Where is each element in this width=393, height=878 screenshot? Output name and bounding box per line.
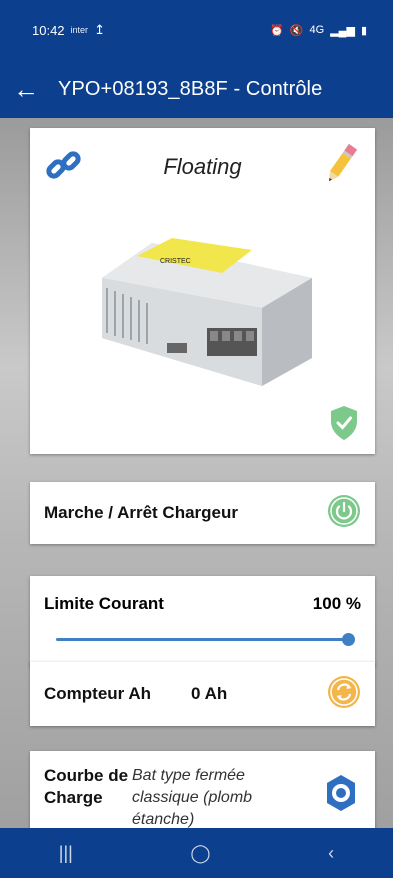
- ah-counter-row: Compteur Ah 0 Ah: [30, 662, 375, 726]
- gear-icon[interactable]: [321, 773, 361, 818]
- current-limit-value: 100 %: [312, 594, 361, 613]
- alarm-icon: ⏰: [270, 24, 284, 37]
- network-label: 4G: [309, 24, 325, 36]
- current-limit-card: Limite Courant 100 %: [30, 576, 375, 666]
- signal-icon: ▂▄▆: [330, 24, 355, 37]
- charge-curve-row: Courbe de Charge Bat type fermée classiq…: [30, 751, 375, 828]
- brand-label: CRISTEC: [160, 258, 191, 265]
- carrier-label: inter: [70, 25, 89, 35]
- page-title: YPO+08193_8B8F - Contrôle: [58, 77, 323, 100]
- current-limit-label: Limite Courant: [44, 594, 164, 613]
- power-icon[interactable]: [327, 494, 361, 533]
- clock: 10:42: [32, 22, 65, 38]
- app-bar: ← YPO+08193_8B8F - Contrôle: [0, 60, 393, 118]
- charger-power-row: Marche / Arrêt Chargeur: [30, 482, 375, 544]
- upload-icon: ↥: [94, 22, 105, 37]
- recents-icon[interactable]: |||: [59, 843, 73, 864]
- status-right: ⏰ 🔇 4G ▂▄▆ ▮: [270, 24, 367, 37]
- home-icon[interactable]: ◯: [190, 843, 210, 864]
- system-nav-bar: ||| ◯ ‹: [0, 828, 393, 878]
- charger-device-image: CRISTEC: [82, 208, 332, 388]
- charger-power-label: Marche / Arrêt Chargeur: [44, 503, 238, 522]
- current-limit-slider[interactable]: [56, 633, 355, 646]
- charge-curve-desc: Bat type fermée classique (plomb étanche…: [132, 767, 253, 828]
- content-area[interactable]: Floating CRISTEC Marche / Arrêt Chargeur…: [0, 118, 393, 828]
- back-nav-icon[interactable]: ‹: [328, 843, 334, 864]
- charge-curve-label: Courbe de Charge: [44, 766, 129, 807]
- shield-check-icon: [327, 404, 361, 442]
- slider-thumb[interactable]: [342, 633, 355, 646]
- pencil-icon[interactable]: [321, 140, 361, 188]
- status-left: 10:42 inter ↥: [32, 22, 105, 38]
- charger-status-card: Floating CRISTEC: [30, 128, 375, 454]
- ah-counter-value: 0 Ah: [191, 684, 228, 703]
- battery-icon: ▮: [360, 24, 367, 37]
- reset-refresh-icon[interactable]: [327, 675, 361, 714]
- arrow-back-icon[interactable]: ←: [0, 60, 52, 118]
- mute-icon: 🔇: [289, 24, 304, 37]
- status-bar: 10:42 inter ↥ ⏰ 🔇 4G ▂▄▆ ▮: [0, 0, 393, 60]
- ah-counter-label: Compteur Ah: [44, 684, 152, 703]
